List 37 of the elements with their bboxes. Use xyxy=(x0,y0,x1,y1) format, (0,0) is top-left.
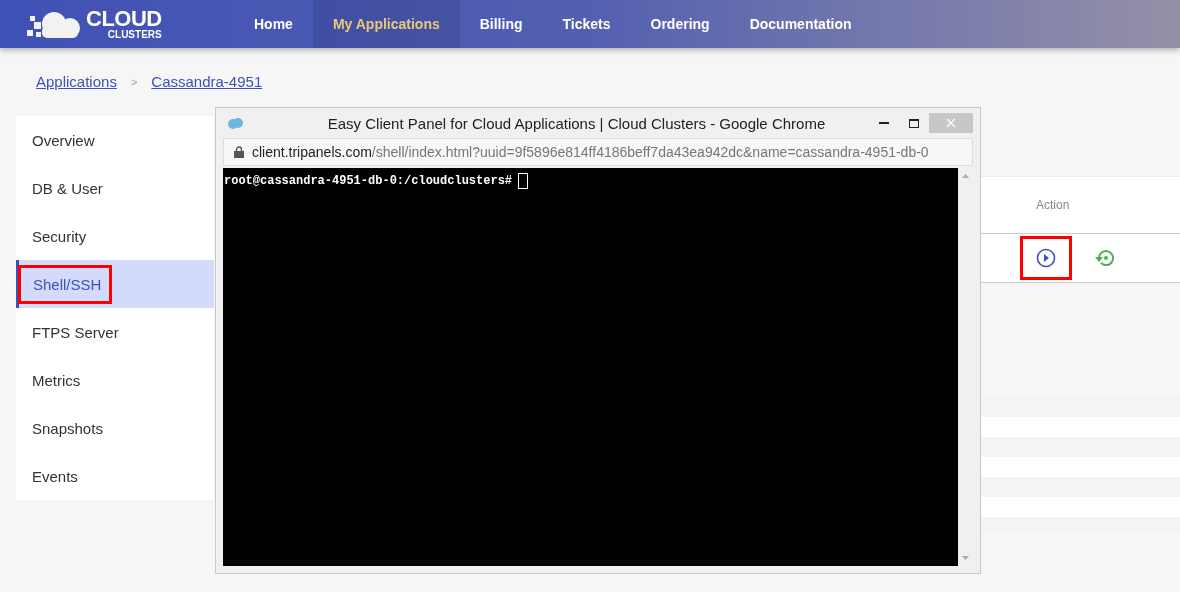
sidebar-item[interactable]: Security xyxy=(16,212,214,260)
sidebar-item[interactable]: Events xyxy=(16,452,214,500)
scroll-down-icon xyxy=(962,556,969,561)
sidebar-item[interactable]: Overview xyxy=(16,116,214,164)
minimize-icon xyxy=(879,122,889,124)
terminal-cursor xyxy=(518,173,529,189)
restart-icon xyxy=(1095,248,1117,268)
sidebar-item[interactable]: FTPS Server xyxy=(16,308,214,356)
url-host: client.tripanels.com xyxy=(252,144,372,160)
url-path: /shell/index.html?uuid=9f5896e814ff4186beff7da43ea942dc&name=cassandra-4951-db-0 xyxy=(371,144,929,160)
play-icon xyxy=(1036,248,1056,268)
maximize-icon xyxy=(909,118,919,128)
close-icon xyxy=(946,118,956,128)
nav-link[interactable]: Billing xyxy=(459,0,543,48)
nav-link[interactable]: Tickets xyxy=(542,0,631,48)
nav-link[interactable]: My Applications xyxy=(312,0,460,48)
column-header: Action xyxy=(1036,198,1070,212)
logo-text: CLOUD xyxy=(86,8,162,30)
sidebar-item[interactable]: Shell/SSH xyxy=(16,260,214,308)
breadcrumb-link[interactable]: Applications xyxy=(36,73,117,90)
sidebar-item[interactable]: Snapshots xyxy=(16,404,214,452)
terminal-screen[interactable]: root@cassandra-4951-db-0:/cloudclusters# xyxy=(223,168,973,566)
nav-link[interactable]: Documentation xyxy=(729,0,872,48)
window-title: Easy Client Panel for Cloud Applications | Cloud Clusters - Google Chrome xyxy=(326,114,827,132)
lock-icon xyxy=(234,146,244,158)
address-bar[interactable]: client.tripanels.com/shell/index.html?uuid=9f5896e814ff4186beff7da43ea942dc&name=cassandra-4951-db-0 xyxy=(223,138,973,166)
scroll-up-icon xyxy=(962,173,969,178)
breadcrumb-separator: > xyxy=(130,75,138,88)
nav-link[interactable]: Ordering xyxy=(630,0,730,48)
cloud-icon xyxy=(226,117,244,129)
sidebar-item[interactable]: DB & User xyxy=(16,164,214,212)
terminal-prompt: root@cassandra-4951-db-0:/cloudclusters# xyxy=(224,174,513,188)
breadcrumb-link[interactable]: Cassandra-4951 xyxy=(151,73,263,90)
sidebar-item[interactable]: Metrics xyxy=(16,356,214,404)
action-button[interactable] xyxy=(1020,236,1072,280)
nav-link[interactable]: Home xyxy=(234,0,313,48)
logo-subtext: CLUSTERS xyxy=(107,30,162,40)
